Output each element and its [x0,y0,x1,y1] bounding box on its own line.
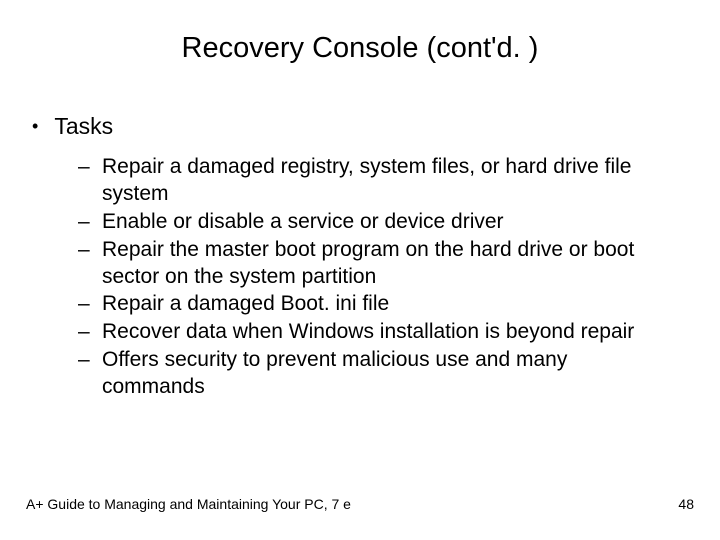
bullet-dash-icon: – [78,291,92,318]
slide-footer: A+ Guide to Managing and Maintaining You… [26,496,694,512]
bullet-dash-icon: – [78,237,92,291]
bullet-level-2: – Recover data when Windows installation… [78,319,674,346]
slide: Recovery Console (cont'd. ) • Tasks – Re… [0,0,720,540]
bullet-level-2: – Repair a damaged registry, system file… [78,154,674,208]
bullet-dash-icon: – [78,154,92,208]
bullet-dash-icon: – [78,209,92,236]
sub-bullet-list: – Repair a damaged registry, system file… [78,154,674,401]
bullet-level-2-text: Repair the master boot program on the ha… [102,237,674,291]
slide-title: Recovery Console (cont'd. ) [26,32,694,65]
bullet-level-2-text: Recover data when Windows installation i… [102,319,674,346]
bullet-level-2-text: Offers security to prevent malicious use… [102,347,674,401]
bullet-level-2: – Enable or disable a service or device … [78,209,674,236]
bullet-dot-icon: • [32,113,38,140]
bullet-level-2: – Repair the master boot program on the … [78,237,674,291]
bullet-level-1: • Tasks [32,113,694,140]
bullet-level-2-text: Repair a damaged registry, system files,… [102,154,674,208]
footer-source: A+ Guide to Managing and Maintaining You… [26,496,351,512]
bullet-dash-icon: – [78,347,92,401]
bullet-level-2-text: Enable or disable a service or device dr… [102,209,674,236]
bullet-level-1-text: Tasks [54,113,113,140]
bullet-dash-icon: – [78,319,92,346]
bullet-level-2: – Repair a damaged Boot. ini file [78,291,674,318]
bullet-level-2: – Offers security to prevent malicious u… [78,347,674,401]
bullet-level-2-text: Repair a damaged Boot. ini file [102,291,674,318]
page-number: 48 [678,496,694,512]
